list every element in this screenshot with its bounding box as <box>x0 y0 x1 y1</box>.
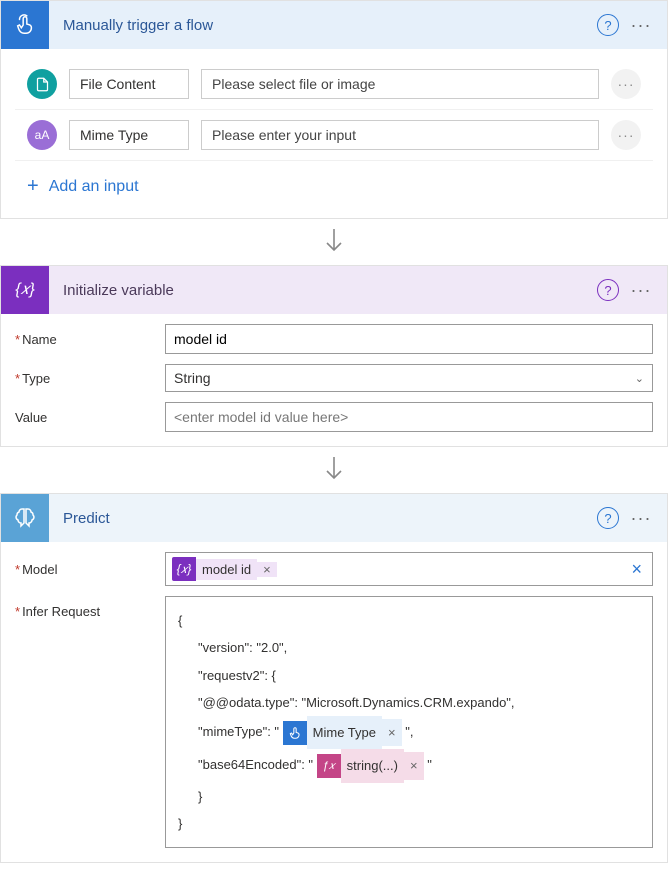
value-label: Value <box>15 410 165 425</box>
name-input[interactable] <box>165 324 653 354</box>
trigger-body: File Content Please select file or image… <box>1 49 667 218</box>
json-request: "requestv2": { <box>178 662 640 689</box>
value-input[interactable] <box>165 402 653 432</box>
token-text: Mime Type <box>307 716 382 749</box>
model-id-token[interactable]: {𝑥} model id × <box>172 557 277 581</box>
help-icon[interactable]: ? <box>597 507 619 529</box>
fx-icon: ƒ𝑥 <box>317 754 341 778</box>
input-row-mime-type: aA Mime Type Please enter your input ··· <box>15 110 653 161</box>
add-input-button[interactable]: + Add an input <box>15 161 653 204</box>
variable-icon: {𝑥} <box>1 266 49 314</box>
input-value[interactable]: Please enter your input <box>201 120 599 150</box>
predict-title: Predict <box>49 510 597 527</box>
predict-body: Model {𝑥} model id × × Infer Request { "… <box>1 542 667 862</box>
token-remove-icon[interactable]: × <box>382 719 402 746</box>
type-value: String <box>174 370 211 386</box>
type-row: Type String ⌄ <box>15 364 653 392</box>
trigger-header: Manually trigger a flow ? ··· <box>1 1 667 49</box>
add-input-label: Add an input <box>49 178 139 196</box>
token-remove-icon[interactable]: × <box>404 752 424 779</box>
type-label: Type <box>15 371 165 386</box>
infer-row: Infer Request { "version": "2.0", "reque… <box>15 596 653 848</box>
text-icon: aA <box>27 120 57 150</box>
plus-icon: + <box>27 175 39 198</box>
file-icon <box>27 69 57 99</box>
predict-header: Predict ? ··· <box>1 494 667 542</box>
help-icon[interactable]: ? <box>597 14 619 36</box>
mime-type-token[interactable]: Mime Type × <box>283 716 402 749</box>
help-icon[interactable]: ? <box>597 279 619 301</box>
token-text: model id <box>196 559 257 580</box>
string-expression-token[interactable]: ƒ𝑥 string(...) × <box>317 749 424 782</box>
infer-json-input[interactable]: { "version": "2.0", "requestv2": { "@@od… <box>165 596 653 848</box>
clear-icon[interactable]: × <box>627 559 646 580</box>
token-text: string(...) <box>341 749 404 782</box>
variable-icon: {𝑥} <box>172 557 196 581</box>
type-select[interactable]: String ⌄ <box>165 364 653 392</box>
chevron-down-icon: ⌄ <box>635 372 644 385</box>
json-base64-key: "base64Encoded": " <box>198 758 313 773</box>
name-label: Name <box>15 332 165 347</box>
name-row: Name <box>15 324 653 354</box>
trigger-card: Manually trigger a flow ? ··· File Conte… <box>0 0 668 219</box>
input-row-file-content: File Content Please select file or image… <box>15 59 653 110</box>
flow-arrow <box>0 447 668 493</box>
model-input[interactable]: {𝑥} model id × × <box>165 552 653 586</box>
json-mime-key: "mimeType": " <box>198 724 279 739</box>
more-icon[interactable]: ··· <box>627 508 655 529</box>
json-version: "version": "2.0", <box>178 634 640 661</box>
brain-icon <box>1 494 49 542</box>
infer-label: Infer Request <box>15 596 165 619</box>
touch-icon <box>1 1 49 49</box>
more-icon[interactable]: ··· <box>627 15 655 36</box>
touch-icon <box>283 721 307 745</box>
input-label[interactable]: Mime Type <box>69 120 189 150</box>
trigger-title: Manually trigger a flow <box>49 17 597 34</box>
value-row: Value <box>15 402 653 432</box>
flow-arrow <box>0 219 668 265</box>
variable-title: Initialize variable <box>49 282 597 299</box>
predict-card: Predict ? ··· Model {𝑥} model id × × Inf… <box>0 493 668 863</box>
variable-card: {𝑥} Initialize variable ? ··· Name Type … <box>0 265 668 447</box>
more-icon[interactable]: ··· <box>627 280 655 301</box>
input-label[interactable]: File Content <box>69 69 189 99</box>
model-row: Model {𝑥} model id × × <box>15 552 653 586</box>
json-odata: "@@odata.type": "Microsoft.Dynamics.CRM.… <box>178 689 640 716</box>
input-value[interactable]: Please select file or image <box>201 69 599 99</box>
row-more-icon[interactable]: ··· <box>611 120 641 150</box>
row-more-icon[interactable]: ··· <box>611 69 641 99</box>
variable-body: Name Type String ⌄ Value <box>1 314 667 446</box>
variable-header: {𝑥} Initialize variable ? ··· <box>1 266 667 314</box>
model-label: Model <box>15 562 165 577</box>
token-remove-icon[interactable]: × <box>257 562 277 577</box>
